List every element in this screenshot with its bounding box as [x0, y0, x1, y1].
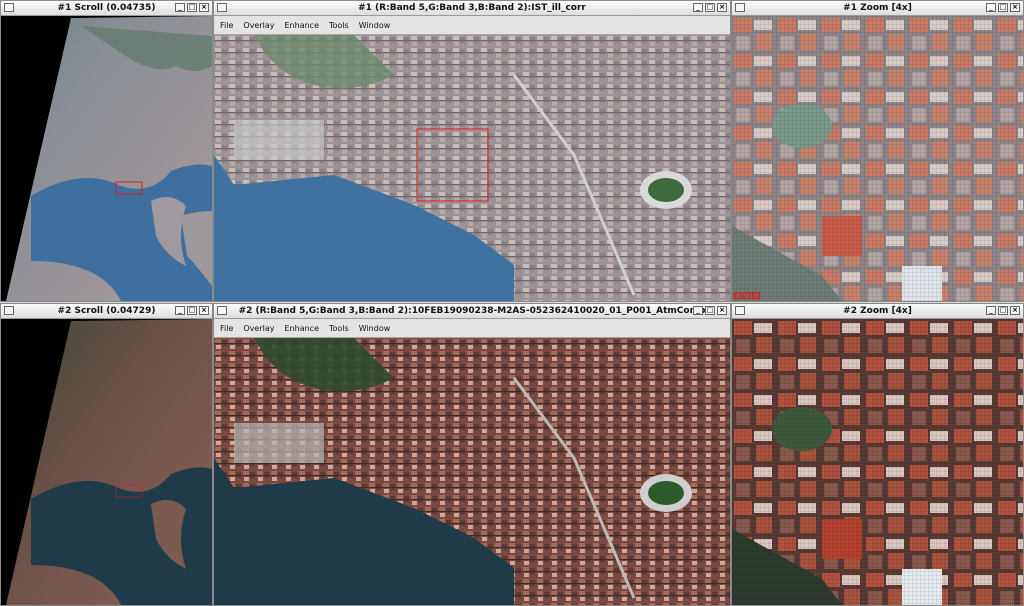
scroll-image-view[interactable]	[1, 16, 212, 301]
title-bar[interactable]: #1 Scroll (0.04735) _ □ ×	[1, 1, 212, 16]
title-bar[interactable]: #1 Zoom [4x] _ □ ×	[732, 1, 1023, 16]
maximize-icon[interactable]: □	[998, 306, 1008, 315]
zoom-out-icon[interactable]	[734, 292, 742, 299]
window-menu-icon[interactable]	[217, 3, 227, 12]
main-image-view[interactable]	[214, 35, 730, 301]
scroll-window-2: #2 Scroll (0.04729) _ □ ×	[0, 303, 213, 606]
title-bar[interactable]: #2 (R:Band 5,G:Band 3,B:Band 2):10FEB190…	[214, 304, 730, 319]
menu-bar: File Overlay Enhance Tools Window	[214, 319, 730, 338]
minimize-icon[interactable]: _	[693, 3, 703, 12]
pixel-grid	[732, 16, 1023, 301]
maximize-icon[interactable]: □	[187, 306, 197, 315]
minimize-icon[interactable]: _	[986, 3, 996, 12]
menu-file[interactable]: File	[220, 21, 233, 30]
window-title: #2 Scroll (0.04729)	[57, 306, 156, 316]
menu-window[interactable]: Window	[359, 21, 391, 30]
minimize-icon[interactable]: _	[693, 306, 703, 315]
title-bar[interactable]: #1 (R:Band 5,G:Band 3,B:Band 2):IST_ill_…	[214, 1, 730, 16]
image-window-2: #2 (R:Band 5,G:Band 3,B:Band 2):10FEB190…	[213, 303, 731, 606]
close-icon[interactable]: ×	[1010, 3, 1020, 12]
window-menu-icon[interactable]	[4, 3, 14, 12]
title-bar[interactable]: #2 Zoom [4x] _ □ ×	[732, 304, 1023, 319]
pixel-grid	[732, 319, 1023, 605]
window-menu-icon[interactable]	[4, 306, 14, 315]
menu-window[interactable]: Window	[359, 324, 391, 333]
maximize-icon[interactable]: □	[705, 3, 715, 12]
zoom-crosshair-icon[interactable]	[752, 292, 760, 299]
scroll-image-view[interactable]	[1, 319, 212, 605]
scroll-overview-image	[6, 319, 212, 605]
window-title: #1 (R:Band 5,G:Band 3,B:Band 2):IST_ill_…	[358, 3, 586, 13]
zoom-window-1: #1 Zoom [4x] _ □ ×	[731, 0, 1024, 302]
window-menu-icon[interactable]	[735, 306, 745, 315]
zoom-image-view[interactable]	[732, 16, 1023, 301]
maximize-icon[interactable]: □	[187, 3, 197, 12]
zoom-image-view[interactable]	[732, 319, 1023, 605]
window-menu-icon[interactable]	[217, 306, 227, 315]
close-icon[interactable]: ×	[717, 3, 727, 12]
menu-bar: File Overlay Enhance Tools Window	[214, 16, 730, 35]
zoom-controls[interactable]	[734, 292, 760, 299]
window-title: #2 (R:Band 5,G:Band 3,B:Band 2):10FEB190…	[238, 306, 706, 316]
minimize-icon[interactable]: _	[986, 306, 996, 315]
window-menu-icon[interactable]	[735, 3, 745, 12]
main-image	[214, 35, 730, 301]
menu-tools[interactable]: Tools	[329, 324, 349, 333]
minimize-icon[interactable]: _	[175, 3, 185, 12]
maximize-icon[interactable]: □	[705, 306, 715, 315]
zoom-in-icon[interactable]	[743, 292, 751, 299]
scroll-overview-image	[6, 16, 212, 301]
maximize-icon[interactable]: □	[998, 3, 1008, 12]
menu-tools[interactable]: Tools	[329, 21, 349, 30]
menu-enhance[interactable]: Enhance	[285, 21, 320, 30]
menu-overlay[interactable]: Overlay	[243, 324, 274, 333]
close-icon[interactable]: ×	[199, 3, 209, 12]
close-icon[interactable]: ×	[1010, 306, 1020, 315]
menu-file[interactable]: File	[220, 324, 233, 333]
window-title: #1 Zoom [4x]	[843, 3, 912, 13]
main-image	[214, 338, 730, 605]
zoom-window-2: #2 Zoom [4x] _ □ ×	[731, 303, 1024, 606]
close-icon[interactable]: ×	[717, 306, 727, 315]
menu-overlay[interactable]: Overlay	[243, 21, 274, 30]
window-title: #2 Zoom [4x]	[843, 306, 912, 316]
main-image-view[interactable]	[214, 338, 730, 605]
menu-enhance[interactable]: Enhance	[285, 324, 320, 333]
scroll-window-1: #1 Scroll (0.04735) _ □ ×	[0, 0, 213, 302]
close-icon[interactable]: ×	[199, 306, 209, 315]
title-bar[interactable]: #2 Scroll (0.04729) _ □ ×	[1, 304, 212, 319]
minimize-icon[interactable]: _	[175, 306, 185, 315]
image-window-1: #1 (R:Band 5,G:Band 3,B:Band 2):IST_ill_…	[213, 0, 731, 302]
window-title: #1 Scroll (0.04735)	[57, 3, 156, 13]
